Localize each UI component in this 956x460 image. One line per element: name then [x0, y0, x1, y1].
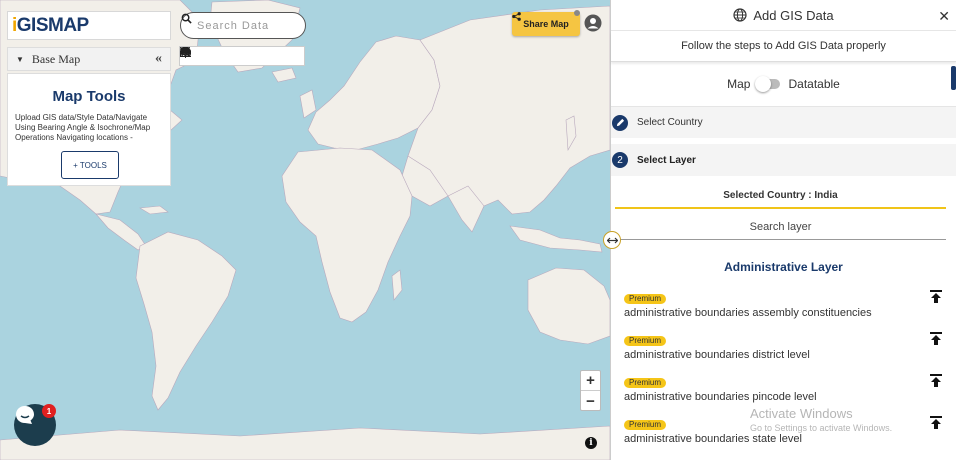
map-toolbar: [179, 46, 305, 66]
layer-name: administrative boundaries pincode level: [624, 391, 817, 403]
edit-pencil-icon: [612, 114, 628, 131]
share-map-label: Share Map: [523, 19, 569, 29]
chat-unread-badge: 1: [42, 404, 56, 418]
toggle-datatable-label: Datatable: [788, 77, 840, 91]
zoom-control: + −: [580, 370, 601, 411]
premium-badge: Premium: [624, 420, 667, 430]
map-datatable-switch[interactable]: [755, 76, 781, 92]
zoom-search-icon[interactable]: [180, 47, 260, 64]
step-select-country-label: Select Country: [637, 117, 703, 128]
search-layer-field[interactable]: [615, 215, 946, 240]
step-select-country[interactable]: Select Country: [611, 106, 956, 138]
upload-icon[interactable]: [930, 416, 942, 430]
activate-windows-watermark: Activate Windows Go to Settings to activ…: [750, 406, 892, 433]
layer-item[interactable]: Premium administrative boundaries distri…: [611, 330, 956, 372]
view-toggle: Map Datatable: [611, 62, 956, 106]
layer-name: administrative boundaries assembly const…: [624, 307, 872, 319]
map-tools-card: Map Tools Upload GIS data/Style Data/Nav…: [7, 73, 171, 186]
panel-subtitle: Follow the steps to Add GIS Data properl…: [611, 31, 956, 62]
fullscreen-icon[interactable]: [180, 47, 219, 64]
layers-icon[interactable]: [180, 47, 302, 64]
layer-name: administrative boundaries district level: [624, 349, 810, 361]
watermark-line-2: Go to Settings to activate Windows.: [750, 423, 893, 433]
map-tools-title: Map Tools: [52, 88, 126, 105]
step-select-layer-label: Select Layer: [637, 154, 696, 166]
step-number-badge: 2: [612, 152, 628, 168]
premium-badge: Premium: [624, 294, 667, 304]
caret-down-icon: ▼: [16, 54, 24, 64]
panel-title: Add GIS Data: [753, 7, 834, 23]
add-tools-button[interactable]: + TOOLS: [61, 151, 119, 179]
chat-icon: [16, 406, 34, 424]
watermark-line-1: Activate Windows: [750, 406, 853, 421]
add-gis-data-panel: Add GIS Data ✕ Follow the steps to Add G…: [610, 0, 956, 460]
panel-resize-handle[interactable]: [603, 231, 621, 249]
layer-item[interactable]: Premium administrative boundaries assemb…: [611, 288, 956, 330]
resize-arrows-icon: [606, 237, 618, 243]
globe-icon: [733, 8, 747, 22]
upload-icon[interactable]: [930, 374, 942, 388]
info-icon[interactable]: i: [585, 437, 597, 449]
layer-name: administrative boundaries state level: [624, 433, 802, 445]
zoom-out-button[interactable]: −: [581, 391, 600, 411]
search-data-input[interactable]: [197, 19, 285, 32]
upload-icon[interactable]: [930, 290, 942, 304]
logo-text: GISMAP: [16, 14, 89, 36]
administrative-layer-heading: Administrative Layer: [724, 260, 843, 274]
premium-badge: Premium: [624, 378, 667, 388]
collapse-left-icon[interactable]: «: [155, 51, 162, 67]
panel-header: Add GIS Data ✕: [611, 0, 956, 31]
gismap-logo[interactable]: iGISMAP: [7, 11, 171, 40]
zoom-in-button[interactable]: +: [581, 371, 600, 391]
close-icon[interactable]: ✕: [938, 8, 950, 25]
selected-country: Selected Country : India: [615, 184, 946, 209]
base-map-selector[interactable]: ▼ Base Map «: [7, 47, 171, 71]
upload-icon[interactable]: [930, 332, 942, 346]
panel-scrollbar[interactable]: [951, 66, 956, 90]
premium-badge: Premium: [624, 336, 667, 346]
map-canvas[interactable]: iGISMAP ▼ Base Map « Map Tools Upload GI…: [0, 0, 610, 460]
map-tools-description: Upload GIS data/Style Data/Navigate Usin…: [15, 113, 151, 142]
measure-icon[interactable]: [180, 48, 281, 64]
notification-dot: [574, 10, 580, 16]
search-data-box[interactable]: [180, 12, 306, 39]
user-account-icon[interactable]: [584, 14, 602, 32]
toggle-map-label: Map: [727, 77, 751, 91]
search-layer-input[interactable]: [615, 221, 946, 233]
step-select-layer[interactable]: 2 Select Layer: [611, 144, 956, 176]
print-icon[interactable]: [180, 47, 240, 64]
base-map-label: Base Map: [31, 51, 81, 66]
share-map-button[interactable]: Share Map: [512, 12, 580, 36]
share-icon: [512, 12, 521, 21]
